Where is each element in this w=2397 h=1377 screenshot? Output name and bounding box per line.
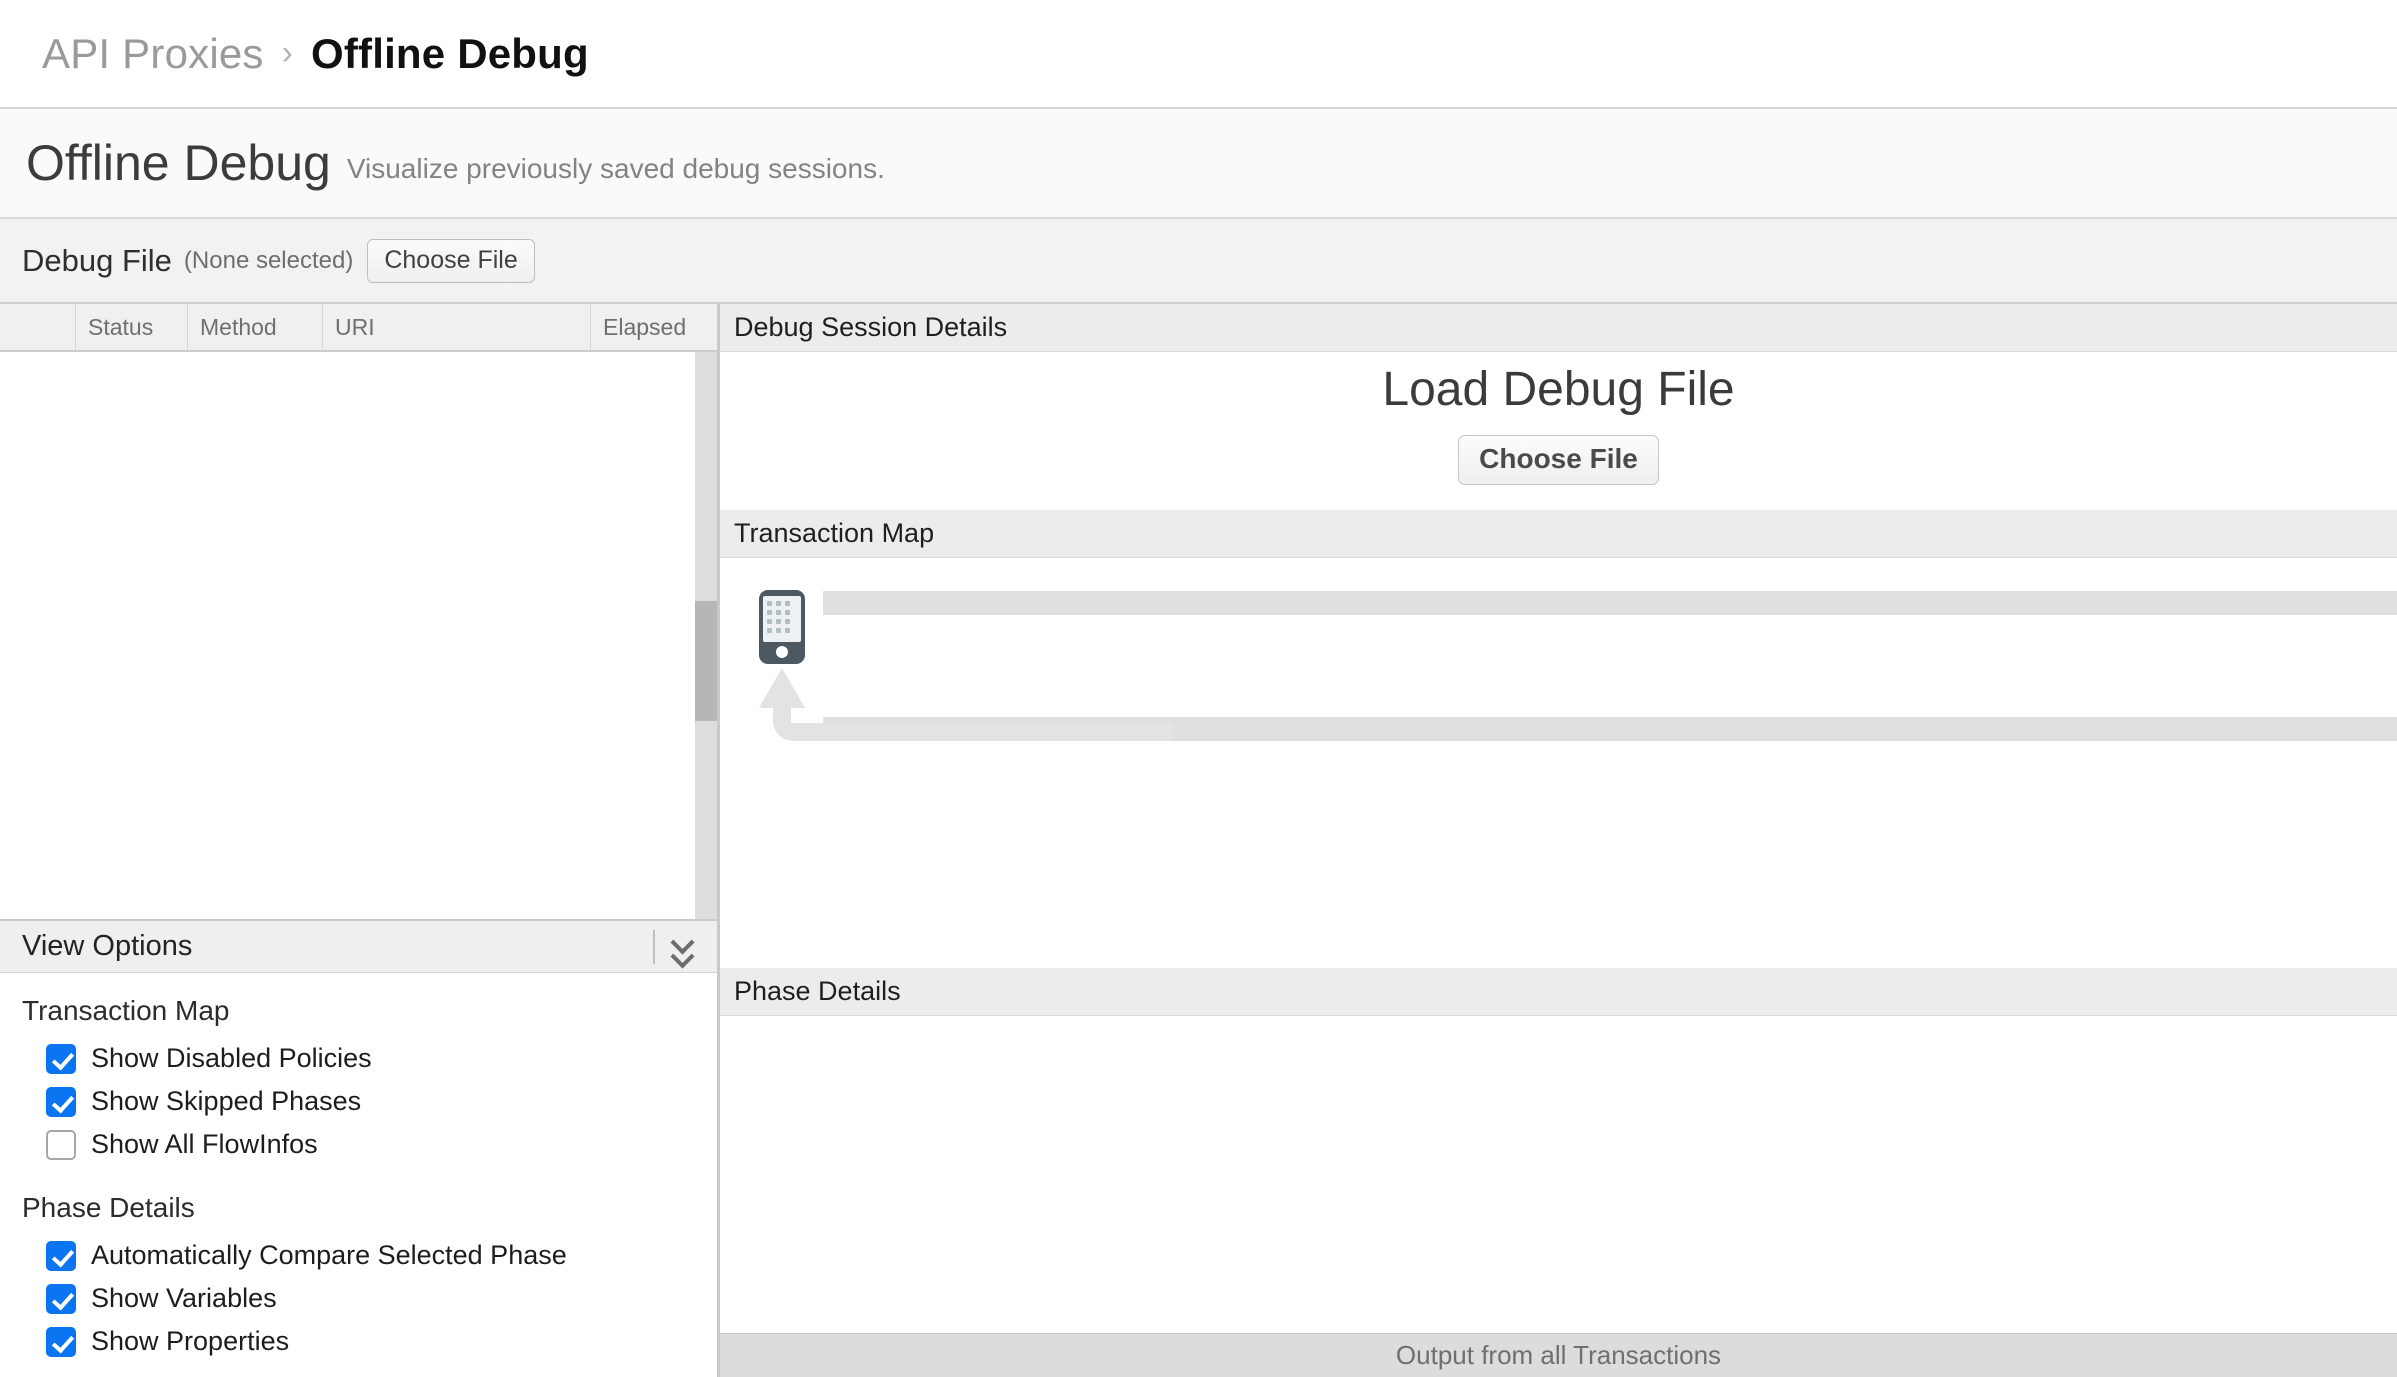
column-header-uri[interactable]: URI xyxy=(323,304,591,350)
response-return-path xyxy=(759,668,1173,741)
breadcrumb-separator-icon: › xyxy=(281,34,293,72)
phone-screen-dot xyxy=(767,601,772,606)
transaction-map-header: Transaction Map xyxy=(720,510,2397,558)
checkbox-row-show-properties[interactable]: Show Properties xyxy=(22,1320,717,1363)
chevron-down-icon-bottom xyxy=(673,948,693,959)
phone-screen-dot xyxy=(767,610,772,615)
breadcrumb: API Proxies › Offline Debug xyxy=(0,0,2397,109)
debug-session-details-body: Load Debug File Choose File xyxy=(720,352,2397,510)
load-debug-file-area: Load Debug File Choose File xyxy=(720,362,2397,485)
transactions-pane: Status Method URI Elapsed View Options T… xyxy=(0,304,718,1377)
phone-screen-dot xyxy=(776,601,781,606)
choose-file-button-toolbar[interactable]: Choose File xyxy=(367,238,535,283)
main-split: Status Method URI Elapsed View Options T… xyxy=(0,304,2397,1377)
column-header-status[interactable]: Status xyxy=(76,304,188,350)
debug-file-label: Debug File xyxy=(22,242,172,278)
checkbox-show-variables[interactable] xyxy=(46,1283,76,1314)
transaction-map-title: Transaction Map xyxy=(734,518,935,548)
breadcrumb-current-offline-debug: Offline Debug xyxy=(310,29,589,77)
mobile-phone-icon xyxy=(759,590,805,664)
page-title-band: Offline Debug Visualize previously saved… xyxy=(0,109,2397,219)
phone-screen-dot xyxy=(785,601,790,606)
checkbox-show-all-flowinfos[interactable] xyxy=(46,1129,76,1160)
column-header-select[interactable] xyxy=(0,304,76,350)
checkbox-label-show-all-flowinfos: Show All FlowInfos xyxy=(91,1129,318,1159)
breadcrumb-link-api-proxies[interactable]: API Proxies xyxy=(42,30,264,78)
phone-screen xyxy=(763,596,801,642)
phone-screen-dot xyxy=(785,619,790,624)
debug-file-status: (None selected) xyxy=(183,246,354,274)
debug-file-toolbar: Debug File (None selected) Choose File xyxy=(0,219,2397,304)
view-options-panel: View Options Transaction Map Show Disabl… xyxy=(0,919,717,1377)
output-footer-bar: Output from all Transactions xyxy=(720,1333,2397,1377)
column-header-method[interactable]: Method xyxy=(188,304,323,350)
checkbox-row-show-variables[interactable]: Show Variables xyxy=(22,1277,717,1320)
debug-session-details-title: Debug Session Details xyxy=(734,312,1008,342)
checkbox-show-skipped-phases[interactable] xyxy=(46,1086,76,1117)
transactions-table-header: Status Method URI Elapsed xyxy=(0,304,717,352)
checkbox-label-show-properties: Show Properties xyxy=(91,1326,290,1356)
view-options-body: Transaction Map Show Disabled Policies S… xyxy=(0,973,717,1377)
checkbox-label-auto-compare-selected-phase: Automatically Compare Selected Phase xyxy=(91,1240,567,1270)
view-options-group-phase-details: Phase Details Automatically Compare Sele… xyxy=(22,1192,717,1363)
view-options-title: View Options xyxy=(22,930,193,962)
transaction-map-body xyxy=(720,558,2397,968)
phone-screen-dot xyxy=(776,610,781,615)
response-return-elbow xyxy=(773,700,1173,741)
checkbox-label-show-disabled-policies: Show Disabled Policies xyxy=(91,1043,372,1073)
chevron-double-down-icon[interactable] xyxy=(673,934,701,959)
phase-details-body xyxy=(720,1016,2397,1333)
request-flow-bar[interactable] xyxy=(823,591,2397,615)
checkbox-label-show-variables: Show Variables xyxy=(91,1283,277,1313)
transactions-scrollbar[interactable] xyxy=(695,352,717,919)
view-options-collapse-control xyxy=(653,921,717,972)
checkbox-row-show-skipped-phases[interactable]: Show Skipped Phases xyxy=(22,1080,717,1123)
page-title: Offline Debug xyxy=(26,135,331,191)
view-options-divider xyxy=(653,929,655,964)
checkbox-show-disabled-policies[interactable] xyxy=(46,1043,76,1074)
checkbox-show-properties[interactable] xyxy=(46,1326,76,1357)
view-options-group-title: Transaction Map xyxy=(22,995,230,1026)
column-header-elapsed[interactable]: Elapsed xyxy=(591,304,717,350)
view-options-group-transaction-map: Transaction Map Show Disabled Policies S… xyxy=(22,995,717,1166)
phone-home-button xyxy=(776,646,788,658)
view-options-header: View Options xyxy=(0,921,717,973)
checkbox-label-show-skipped-phases: Show Skipped Phases xyxy=(91,1086,362,1116)
checkbox-row-auto-compare-selected-phase[interactable]: Automatically Compare Selected Phase xyxy=(22,1234,717,1277)
response-return-arrow-icon xyxy=(759,668,805,708)
phone-screen-dot xyxy=(776,628,781,633)
details-pane: Debug Session Details Load Debug File Ch… xyxy=(718,304,2397,1377)
phone-screen-dot xyxy=(785,610,790,615)
checkbox-row-show-all-flowinfos[interactable]: Show All FlowInfos xyxy=(22,1123,717,1166)
phone-screen-dot xyxy=(776,619,781,624)
phone-screen-dot xyxy=(767,619,772,624)
chevron-down-icon-top xyxy=(673,934,693,945)
transactions-scrollbar-thumb[interactable] xyxy=(695,601,717,722)
load-debug-file-title: Load Debug File xyxy=(1382,363,1735,416)
view-options-group-title: Phase Details xyxy=(22,1192,195,1223)
phone-screen-dot xyxy=(785,628,790,633)
checkbox-auto-compare-selected-phase[interactable] xyxy=(46,1240,76,1271)
debug-session-details-header: Debug Session Details xyxy=(720,304,2397,352)
output-footer-text: Output from all Transactions xyxy=(1395,1340,1722,1370)
phase-details-title: Phase Details xyxy=(734,976,901,1006)
transactions-table-body xyxy=(0,352,717,919)
choose-file-button-main[interactable]: Choose File xyxy=(1458,435,1659,485)
page-subtitle: Visualize previously saved debug session… xyxy=(346,153,885,184)
checkbox-row-show-disabled-policies[interactable]: Show Disabled Policies xyxy=(22,1037,717,1080)
phase-details-header: Phase Details xyxy=(720,968,2397,1016)
phone-screen-dot xyxy=(767,628,772,633)
